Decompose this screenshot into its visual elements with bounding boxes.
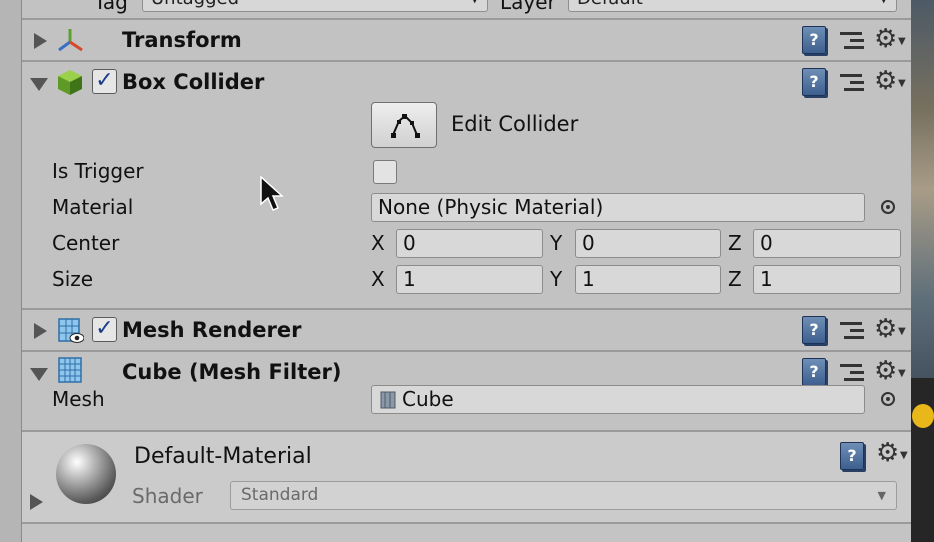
box-collider-header-icons: ? ⚙ ▼ — [802, 66, 907, 96]
physic-material-field[interactable]: None (Physic Material) — [371, 193, 865, 222]
size-y-value: 1 — [582, 267, 595, 291]
mesh-label: Mesh — [52, 387, 105, 411]
transform-header-icons: ? ⚙ ▼ — [802, 24, 907, 54]
layer-label: Layer — [500, 0, 556, 14]
edit-collider-button[interactable] — [371, 102, 437, 148]
help-book-icon[interactable]: ? — [802, 26, 826, 54]
chevron-down-icon: ▼ — [898, 368, 906, 379]
help-book-icon[interactable]: ? — [802, 358, 826, 386]
shader-value: Standard — [241, 485, 319, 505]
center-y-label: Y — [550, 231, 563, 255]
mesh-renderer-header-icons: ? ⚙ ▼ — [802, 314, 907, 344]
mesh-filter-title: Cube (Mesh Filter) — [122, 360, 342, 384]
preset-sliders-icon[interactable] — [840, 361, 864, 383]
object-picker-icon[interactable] — [881, 392, 895, 406]
size-z-field[interactable]: 1 — [753, 265, 901, 294]
is-trigger-label: Is Trigger — [52, 159, 144, 183]
preset-sliders-icon[interactable] — [840, 319, 864, 341]
layer-value: Default — [577, 0, 643, 9]
size-z-value: 1 — [760, 267, 773, 291]
mesh-filter-header-icons: ? ⚙ ▼ — [802, 356, 907, 386]
add-component-area — [22, 522, 911, 542]
foldout-expanded-icon[interactable] — [30, 78, 48, 91]
edit-collider-label: Edit Collider — [451, 112, 579, 136]
center-z-field[interactable]: 0 — [753, 229, 901, 258]
material-preview-sphere — [56, 444, 116, 504]
mesh-renderer-title: Mesh Renderer — [122, 318, 302, 342]
center-x-label: X — [371, 231, 385, 255]
size-z-label: Z — [728, 267, 742, 291]
layer-dropdown[interactable]: Default ▼ — [568, 0, 897, 12]
is-trigger-checkbox[interactable] — [373, 160, 397, 184]
help-book-icon[interactable]: ? — [802, 316, 826, 344]
inspector-panel: Tag Untagged ▼ Layer Default ▼ Transform… — [22, 0, 911, 542]
box-collider-enabled-checkbox[interactable]: ✓ — [92, 69, 117, 94]
chevron-down-icon: ▼ — [898, 36, 906, 47]
material-section: Default-Material Shader Standard ▼ ? ⚙ ▼ — [22, 432, 911, 522]
edit-collider-icon — [391, 114, 420, 138]
mesh-field[interactable]: Cube — [371, 385, 865, 414]
shader-label: Shader — [132, 484, 203, 508]
chevron-down-icon: ▼ — [877, 489, 886, 502]
center-x-field[interactable]: 0 — [396, 229, 543, 258]
center-x-value: 0 — [403, 231, 416, 255]
size-x-field[interactable]: 1 — [396, 265, 543, 294]
mesh-renderer-enabled-checkbox[interactable]: ✓ — [92, 317, 117, 342]
size-y-label: Y — [550, 267, 563, 291]
transform-axis-icon — [58, 29, 83, 52]
center-z-label: Z — [728, 231, 742, 255]
mesh-value: Cube — [402, 387, 454, 411]
center-label: Center — [52, 231, 120, 255]
foldout-collapsed-icon[interactable] — [34, 323, 47, 339]
size-x-value: 1 — [403, 267, 416, 291]
tag-layer-row: Tag Untagged ▼ Layer Default ▼ — [22, 0, 911, 18]
gear-icon[interactable]: ⚙ — [874, 24, 897, 54]
tag-label: Tag — [94, 0, 128, 14]
transform-header[interactable]: Transform ? ⚙ ▼ — [22, 20, 911, 60]
physic-material-value: None (Physic Material) — [378, 195, 604, 219]
scene-gizmo-dot — [912, 404, 934, 428]
preset-sliders-icon[interactable] — [840, 71, 864, 93]
box-collider-title: Box Collider — [122, 70, 265, 94]
size-x-label: X — [371, 267, 385, 291]
tag-value: Untagged — [151, 0, 239, 9]
gear-icon[interactable]: ⚙ — [874, 66, 897, 96]
center-y-field[interactable]: 0 — [575, 229, 721, 258]
size-label: Size — [52, 267, 94, 291]
mouse-cursor-icon — [260, 176, 284, 211]
gear-icon[interactable]: ⚙ — [874, 356, 897, 386]
box-collider-header[interactable]: ✓ Box Collider ? ⚙ ▼ — [22, 62, 911, 102]
size-y-field[interactable]: 1 — [575, 265, 721, 294]
scene-view-dark — [911, 378, 934, 542]
object-picker-icon[interactable] — [881, 200, 895, 214]
foldout-collapsed-icon[interactable] — [30, 494, 43, 510]
box-collider-cube-icon — [58, 70, 82, 95]
material-label: Material — [52, 195, 134, 219]
preset-sliders-icon[interactable] — [840, 29, 864, 51]
shader-dropdown[interactable]: Standard ▼ — [230, 481, 897, 510]
left-panel-edge — [0, 0, 22, 542]
tag-dropdown[interactable]: Untagged ▼ — [142, 0, 488, 12]
help-book-icon[interactable]: ? — [802, 68, 826, 96]
chevron-down-icon: ▼ — [880, 0, 888, 11]
help-book-icon[interactable]: ? — [840, 442, 864, 470]
mesh-filter-grid-icon — [58, 357, 82, 383]
mesh-renderer-icon — [58, 318, 84, 343]
material-header-icons: ? — [840, 442, 864, 470]
chevron-down-icon: ▼ — [471, 0, 479, 11]
mesh-renderer-header[interactable]: ✓ Mesh Renderer ? ⚙ ▼ — [22, 310, 911, 350]
foldout-collapsed-icon[interactable] — [34, 33, 47, 49]
transform-title: Transform — [122, 28, 242, 52]
foldout-expanded-icon[interactable] — [30, 368, 48, 381]
center-y-value: 0 — [582, 231, 595, 255]
chevron-down-icon: ▼ — [898, 78, 906, 89]
gear-icon[interactable]: ⚙ — [876, 438, 899, 468]
center-z-value: 0 — [760, 231, 773, 255]
chevron-down-icon: ▼ — [898, 326, 906, 337]
mesh-grid-icon — [380, 391, 396, 409]
chevron-down-icon: ▼ — [900, 450, 908, 461]
material-name: Default-Material — [134, 444, 312, 469]
gear-icon[interactable]: ⚙ — [874, 314, 897, 344]
